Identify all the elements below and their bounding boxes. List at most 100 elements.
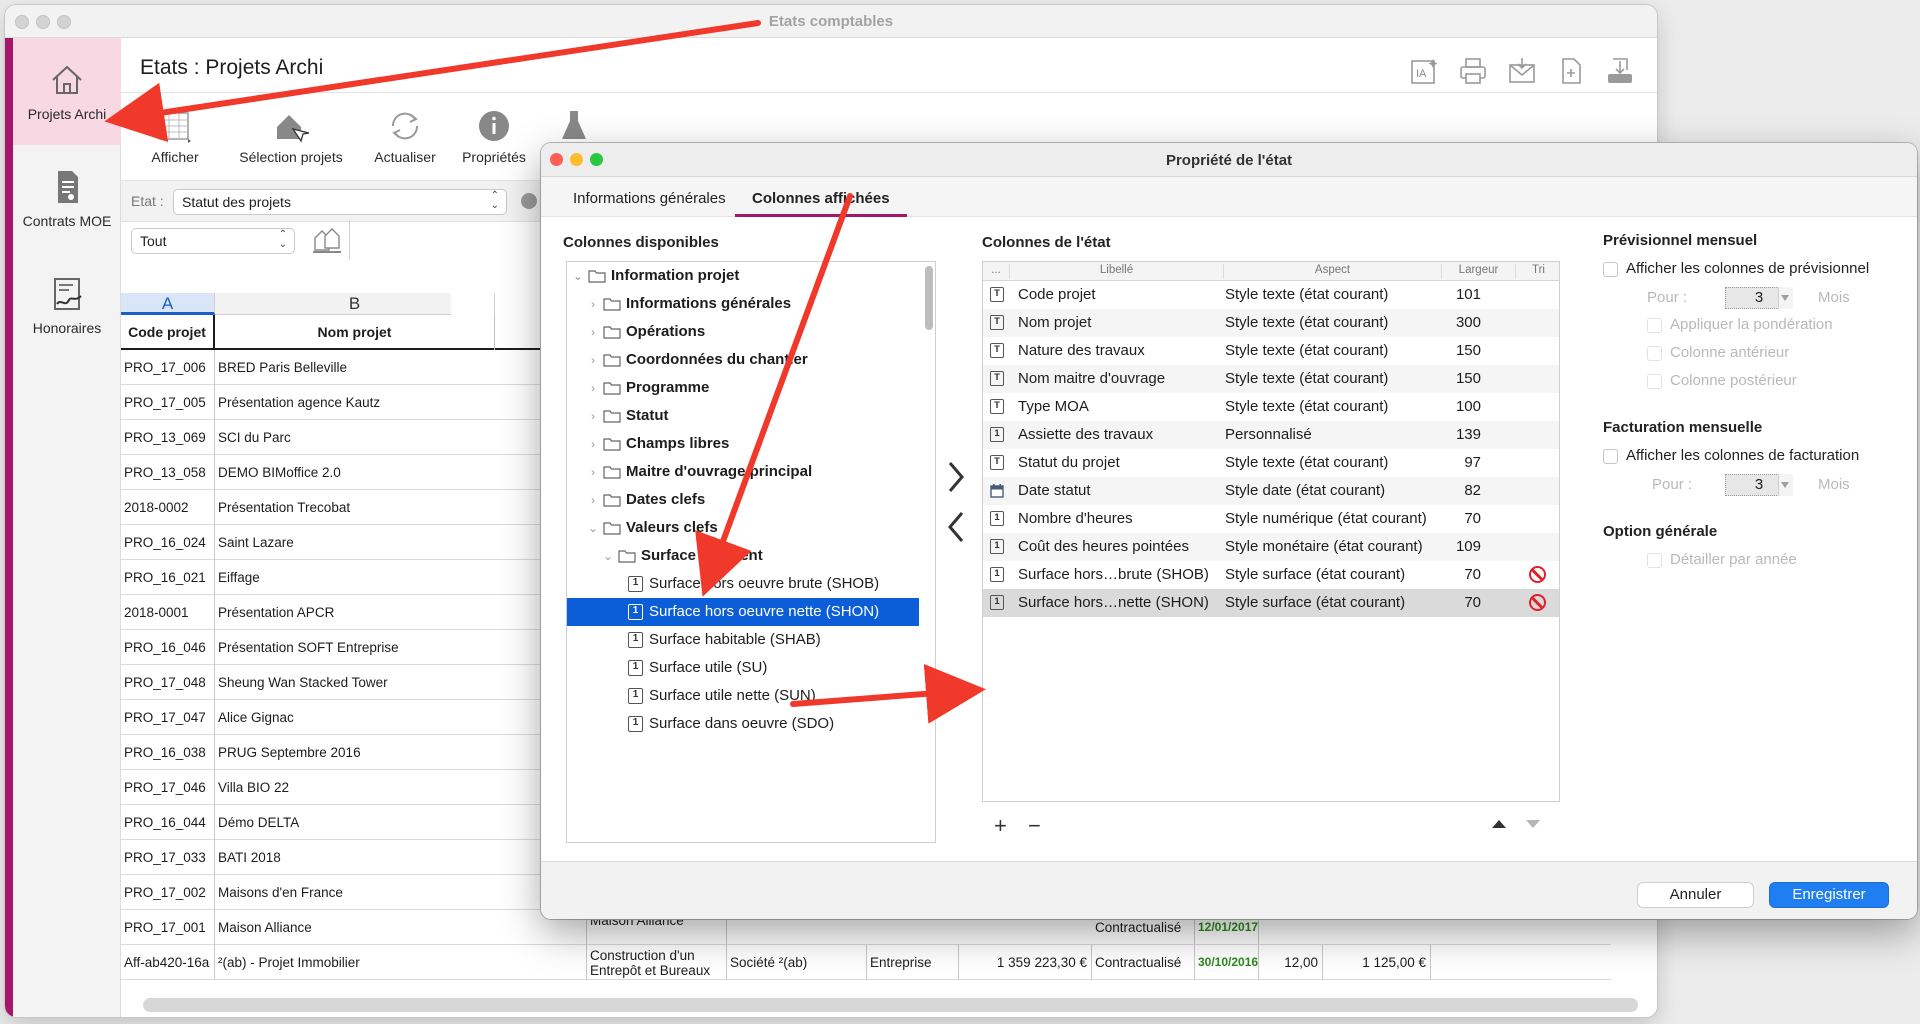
ai-icon[interactable]: IA [1409, 56, 1439, 86]
chevron-right-icon[interactable]: › [586, 430, 600, 458]
report-column-row[interactable]: 1 Assiette des travaux Personnalisé 139 [983, 421, 1559, 449]
cell-nom-projet[interactable]: Saint Lazare [215, 525, 587, 560]
report-column-row[interactable]: T Statut du projet Style texte (état coura… [983, 449, 1559, 477]
tree-field[interactable]: 1 Surface dans oeuvre (SDO) [567, 710, 919, 738]
facturation-checkbox[interactable] [1603, 449, 1618, 464]
report-column-row[interactable]: T Code projet Style texte (état courant) 10… [983, 281, 1559, 309]
email-icon[interactable] [1507, 56, 1537, 86]
cell-type[interactable]: Entreprise [867, 945, 959, 980]
tree-scrollbar[interactable] [925, 266, 933, 330]
cell-moa[interactable]: Société ²(ab) [727, 945, 867, 980]
cell-code-projet[interactable]: PRO_17_046 [121, 770, 215, 805]
new-file-icon[interactable] [1556, 56, 1586, 86]
cell-nom-projet[interactable]: Démo DELTA [215, 805, 587, 840]
tree-folder[interactable]: ⌄ Information projet [567, 262, 919, 290]
col-header-more[interactable]: ... [983, 264, 1009, 279]
chevron-right-icon[interactable]: › [586, 318, 600, 346]
cell-nom-projet[interactable]: Maisons d'en France [215, 875, 587, 910]
cell-code-projet[interactable]: PRO_13_069 [121, 420, 215, 455]
cell-nom-projet[interactable]: Eiffage [215, 560, 587, 595]
cell-code-projet[interactable]: PRO_17_047 [121, 700, 215, 735]
cell-nom-projet[interactable]: BATI 2018 [215, 840, 587, 875]
cell-nom-projet[interactable]: Présentation APCR [215, 595, 587, 630]
report-column-row[interactable]: 1 Nombre d'heures Style numérique (état co… [983, 505, 1559, 533]
chevron-right-icon[interactable]: › [586, 458, 600, 486]
save-button[interactable]: Enregistrer [1769, 882, 1889, 908]
tree-folder[interactable]: › Informations générales [567, 290, 919, 318]
report-column-row[interactable]: T Type MOA Style texte (état courant) 100 [983, 393, 1559, 421]
tree-folder[interactable]: › Opérations [567, 318, 919, 346]
cell-code-projet[interactable]: PRO_17_001 [121, 910, 215, 945]
cell-code-projet[interactable]: PRO_17_002 [121, 875, 215, 910]
cell-code-projet[interactable]: Aff-ab420-16a [121, 945, 215, 980]
tree-folder[interactable]: ⌄ Surface bâtiment [567, 542, 919, 570]
cell-code-projet[interactable]: PRO_16_046 [121, 630, 215, 665]
tree-folder[interactable]: › Dates clefs [567, 486, 919, 514]
cell-nom-projet[interactable]: DEMO BIMoffice 2.0 [215, 455, 587, 490]
cell-montant[interactable]: 1 359 223,30 € [959, 945, 1092, 980]
cell-nom-projet[interactable]: Alice Gignac [215, 700, 587, 735]
tree-field[interactable]: 1 Surface utile nette (SUN) [567, 682, 919, 710]
col-header-aspect[interactable]: Aspect [1223, 264, 1441, 279]
tree-field[interactable]: 1 Surface utile (SU) [567, 654, 919, 682]
horizontal-scrollbar[interactable] [143, 998, 1638, 1012]
cell-nom-projet[interactable]: Villa BIO 22 [215, 770, 587, 805]
tab-informations-generales[interactable]: Informations générales [573, 190, 726, 207]
proprietes-button[interactable]: Propriétés [452, 107, 536, 165]
column-letter-a[interactable]: A [121, 293, 215, 315]
cell-code-projet[interactable]: PRO_17_006 [121, 350, 215, 385]
cell-code-projet[interactable]: PRO_13_058 [121, 455, 215, 490]
column-title-code[interactable]: Code projet [121, 315, 215, 350]
cell-code-projet[interactable]: PRO_17_048 [121, 665, 215, 700]
cell-nom-projet[interactable]: SCI du Parc [215, 420, 587, 455]
chevron-right-icon[interactable] [941, 457, 971, 497]
cancel-button[interactable]: Annuler [1637, 882, 1754, 908]
chevron-right-icon[interactable]: › [586, 290, 600, 318]
chevron-down-icon[interactable]: ⌄ [571, 262, 585, 290]
report-column-row[interactable]: 1 Surface hors…nette (SHON) Style surface … [983, 589, 1559, 617]
cell-code-projet[interactable]: PRO_16_024 [121, 525, 215, 560]
chevron-right-icon[interactable]: › [586, 346, 600, 374]
chevron-right-icon[interactable]: › [586, 486, 600, 514]
chevron-left-icon[interactable] [941, 507, 971, 547]
cell-code-projet[interactable]: PRO_17_005 [121, 385, 215, 420]
report-column-row[interactable]: 1 Coût des heures pointées Style monétaire… [983, 533, 1559, 561]
gear-icon[interactable] [521, 193, 537, 209]
facturation-months-stepper[interactable]: 3 [1725, 474, 1793, 496]
cell-nom-projet[interactable]: Présentation Trecobat [215, 490, 587, 525]
afficher-button[interactable]: Afficher [145, 107, 205, 165]
report-column-row[interactable]: 1 Surface hors…brute (SHOB) Style surface … [983, 561, 1559, 589]
col-header-libelle[interactable]: Libellé [1009, 264, 1223, 279]
cell-code-projet[interactable]: 2018-0002 [121, 490, 215, 525]
tree-folder[interactable]: › Statut [567, 402, 919, 430]
cell-code-projet[interactable]: PRO_16_044 [121, 805, 215, 840]
cell-code-projet[interactable]: PRO_16_021 [121, 560, 215, 595]
report-column-row[interactable]: T Nature des travaux Style texte (état cou… [983, 337, 1559, 365]
tree-folder[interactable]: › Maitre d'ouvrage principal [567, 458, 919, 486]
cell-nom-projet[interactable]: Présentation agence Kautz [215, 385, 587, 420]
column-title-nom[interactable]: Nom projet [215, 315, 495, 350]
no-sort-icon[interactable] [1529, 594, 1546, 611]
previsionnel-checkbox[interactable] [1603, 262, 1618, 277]
cell-nature[interactable]: Construction d'un Entrepôt et Bureaux At… [587, 945, 727, 980]
tree-folder[interactable]: ⌄ Valeurs clefs [567, 514, 919, 542]
tree-field[interactable]: 1 Surface habitable (SHAB) [567, 626, 919, 654]
filter-select[interactable]: Tout [131, 228, 295, 254]
selection-projets-button[interactable]: Sélection projets [231, 107, 351, 165]
tab-colonnes-affichees[interactable]: Colonnes affichées [752, 190, 890, 207]
tree-field[interactable]: 1 Surface hors oeuvre brute (SHOB) [567, 570, 919, 598]
report-column-row[interactable]: T Nom projet Style texte (état courant) 300 [983, 309, 1559, 337]
move-down-icon[interactable] [1526, 820, 1540, 828]
cell-nom-projet[interactable]: Sheung Wan Stacked Tower [215, 665, 587, 700]
chevron-down-icon[interactable]: ⌄ [586, 514, 600, 542]
report-column-row[interactable]: T Nom maitre d'ouvrage Style texte (état c… [983, 365, 1559, 393]
tree-folder[interactable]: › Programme [567, 374, 919, 402]
etat-select[interactable]: Statut des projets [173, 189, 507, 215]
cell-code-projet[interactable]: 2018-0001 [121, 595, 215, 630]
previsionnel-months-stepper[interactable]: 3 [1725, 287, 1793, 309]
cell-code-projet[interactable]: PRO_17_033 [121, 840, 215, 875]
tree-folder[interactable]: › Champs libres [567, 430, 919, 458]
cell-statut[interactable]: Contractualisé [1092, 945, 1195, 980]
print-icon[interactable] [1458, 56, 1488, 86]
colonne-posterieur-checkbox[interactable] [1647, 374, 1662, 389]
